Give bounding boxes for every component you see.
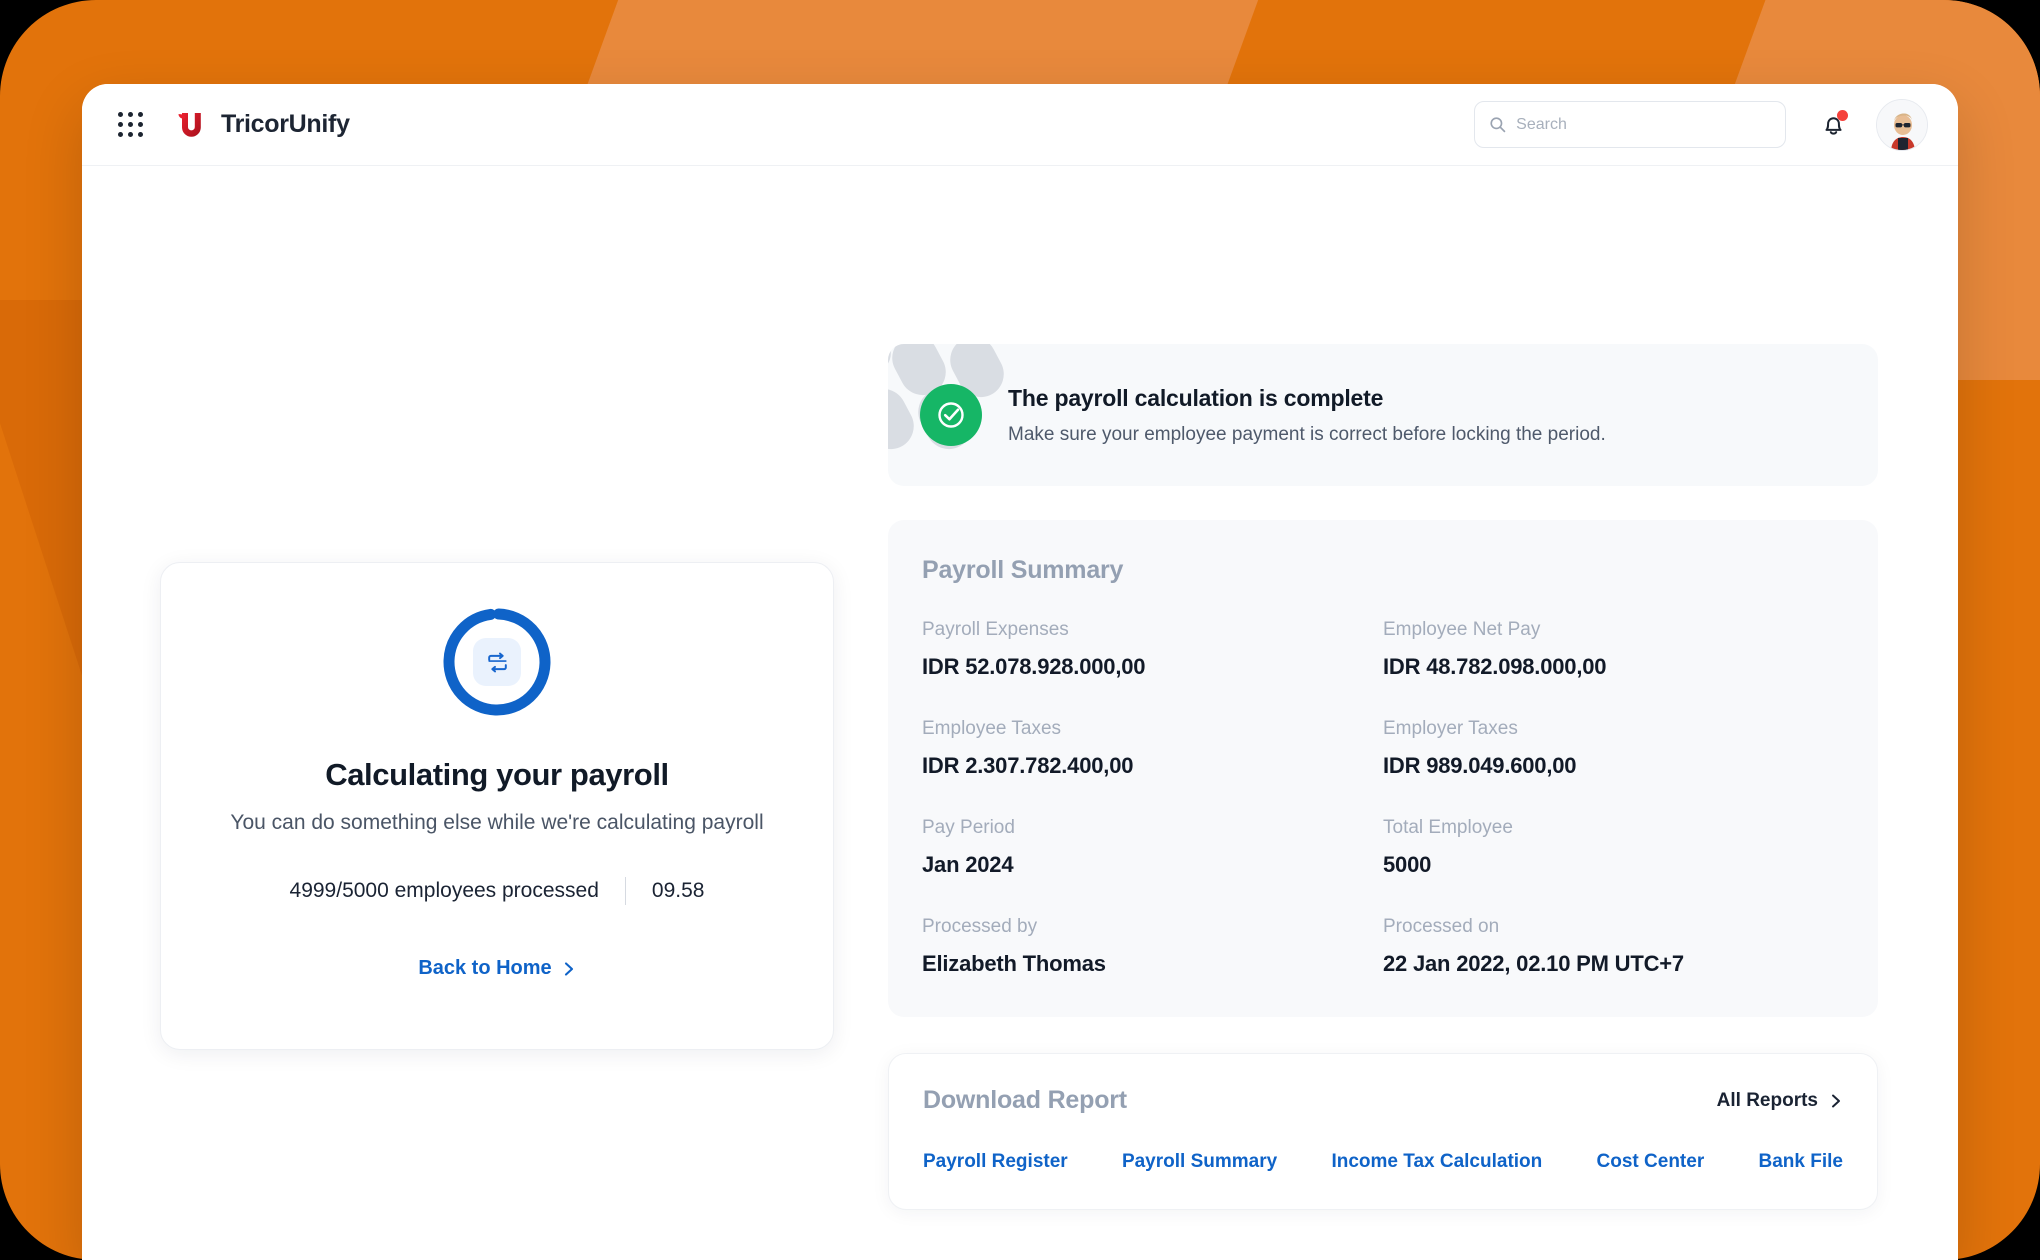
summary-item-label: Employer Taxes — [1383, 718, 1518, 739]
alert-description: Make sure your employee payment is corre… — [1008, 423, 1606, 445]
summary-item-value: 5000 — [1383, 852, 1432, 877]
summary-item-label: Processed by — [922, 916, 1038, 937]
back-to-home-link[interactable]: Back to Home — [418, 957, 575, 980]
all-reports-link[interactable]: All Reports — [1717, 1090, 1843, 1112]
summary-item-value: IDR 52.078.928.000,00 — [922, 654, 1146, 679]
summary-item-value: IDR 2.307.782.400,00 — [922, 753, 1134, 778]
check-circle-icon — [938, 402, 964, 428]
calculating-title: Calculating your payroll — [325, 757, 669, 792]
tricorunify-logo-icon — [178, 112, 201, 137]
avatar[interactable] — [1876, 98, 1928, 151]
summary-item-label: Processed on — [1383, 916, 1500, 937]
summary-item-value: 22 Jan 2022, 02.10 PM UTC+7 — [1383, 951, 1684, 976]
summary-item-label: Payroll Expenses — [922, 619, 1069, 640]
summary-item-label: Employee Net Pay — [1383, 619, 1541, 640]
download-report-links: Payroll Register Payroll Summary Income … — [923, 1151, 1843, 1173]
elapsed-time: 09.58 — [651, 879, 705, 902]
report-link-bank-file[interactable]: Bank File — [1758, 1151, 1842, 1173]
summary-item-label: Pay Period — [922, 817, 1015, 838]
summary-item-label: Employee Taxes — [922, 718, 1062, 739]
summary-item: Pay Period Jan 2024 — [922, 817, 1383, 878]
chevron-right-icon — [1832, 1094, 1840, 1107]
summary-item: Processed on 22 Jan 2022, 02.10 PM UTC+7 — [1383, 916, 1844, 977]
brand-name: TricorUnify — [221, 110, 350, 138]
download-report-heading: Download Report — [923, 1086, 1127, 1114]
summary-item-label: Total Employee — [1383, 817, 1513, 838]
top-navigation-bar: TricorUnify — [82, 84, 1958, 166]
progress-ring — [440, 605, 554, 719]
report-link-payroll-register[interactable]: Payroll Register — [923, 1151, 1068, 1173]
payroll-complete-alert: The payroll calculation is complete Make… — [888, 344, 1878, 486]
payroll-summary-card: Payroll Summary Payroll Expenses IDR 52.… — [888, 520, 1878, 1017]
report-link-income-tax-calculation[interactable]: Income Tax Calculation — [1331, 1151, 1542, 1173]
grid-apps-icon[interactable] — [114, 108, 148, 142]
payroll-summary-heading: Payroll Summary — [922, 556, 1124, 584]
back-to-home-label: Back to Home — [418, 957, 552, 979]
calculating-stats: 4999/5000 employees processed 09.58 — [289, 877, 705, 905]
brand-logo[interactable]: TricorUnify — [174, 108, 350, 142]
calculating-subtitle: You can do something else while we're ca… — [230, 811, 764, 834]
report-link-cost-center[interactable]: Cost Center — [1597, 1151, 1705, 1173]
calculating-payroll-card: Calculating your payroll You can do some… — [160, 562, 834, 1050]
search-input[interactable] — [1516, 115, 1771, 134]
summary-item-value: Elizabeth Thomas — [922, 951, 1106, 976]
summary-item: Employer Taxes IDR 989.049.600,00 — [1383, 718, 1844, 779]
summary-item-value: IDR 48.782.098.000,00 — [1383, 654, 1607, 679]
summary-item: Processed by Elizabeth Thomas — [922, 916, 1383, 977]
alert-text-block: The payroll calculation is complete Make… — [1008, 385, 1606, 446]
summary-item: Employee Net Pay IDR 48.782.098.000,00 — [1383, 619, 1844, 680]
download-report-header: Download Report All Reports — [923, 1086, 1843, 1115]
summary-item-value: Jan 2024 — [922, 852, 1014, 877]
search-icon — [1490, 117, 1506, 133]
search-box[interactable] — [1474, 101, 1786, 148]
repeat-sync-icon — [487, 652, 507, 672]
alert-title: The payroll calculation is complete — [1008, 384, 1384, 411]
main-content: Calculating your payroll You can do some… — [82, 166, 1958, 1260]
stats-divider — [624, 877, 626, 905]
app-window: TricorUnify Search Calculating your payr… — [82, 84, 1958, 1260]
summary-item: Total Employee 5000 — [1383, 817, 1844, 878]
summary-item-value: IDR 989.049.600,00 — [1383, 753, 1577, 778]
notifications-button[interactable] — [1816, 108, 1850, 142]
chevron-right-icon — [564, 961, 573, 976]
summary-item: Payroll Expenses IDR 52.078.928.000,00 — [922, 619, 1383, 680]
all-reports-label: All Reports — [1716, 1089, 1818, 1111]
summary-item: Employee Taxes IDR 2.307.782.400,00 — [922, 718, 1383, 779]
user-avatar-icon — [1877, 99, 1927, 150]
check-circle-badge — [920, 384, 982, 446]
notification-badge-dot — [1837, 109, 1848, 121]
right-column: The payroll calculation is complete Make… — [888, 344, 1878, 1210]
repeat-sync-icon-box — [473, 638, 521, 686]
report-link-payroll-summary[interactable]: Payroll Summary — [1122, 1151, 1277, 1173]
employees-processed-text: 4999/5000 employees processed — [289, 879, 599, 902]
payroll-summary-grid: Payroll Expenses IDR 52.078.928.000,00 E… — [922, 619, 1844, 977]
download-report-card: Download Report All Reports Payroll Regi… — [888, 1053, 1878, 1210]
